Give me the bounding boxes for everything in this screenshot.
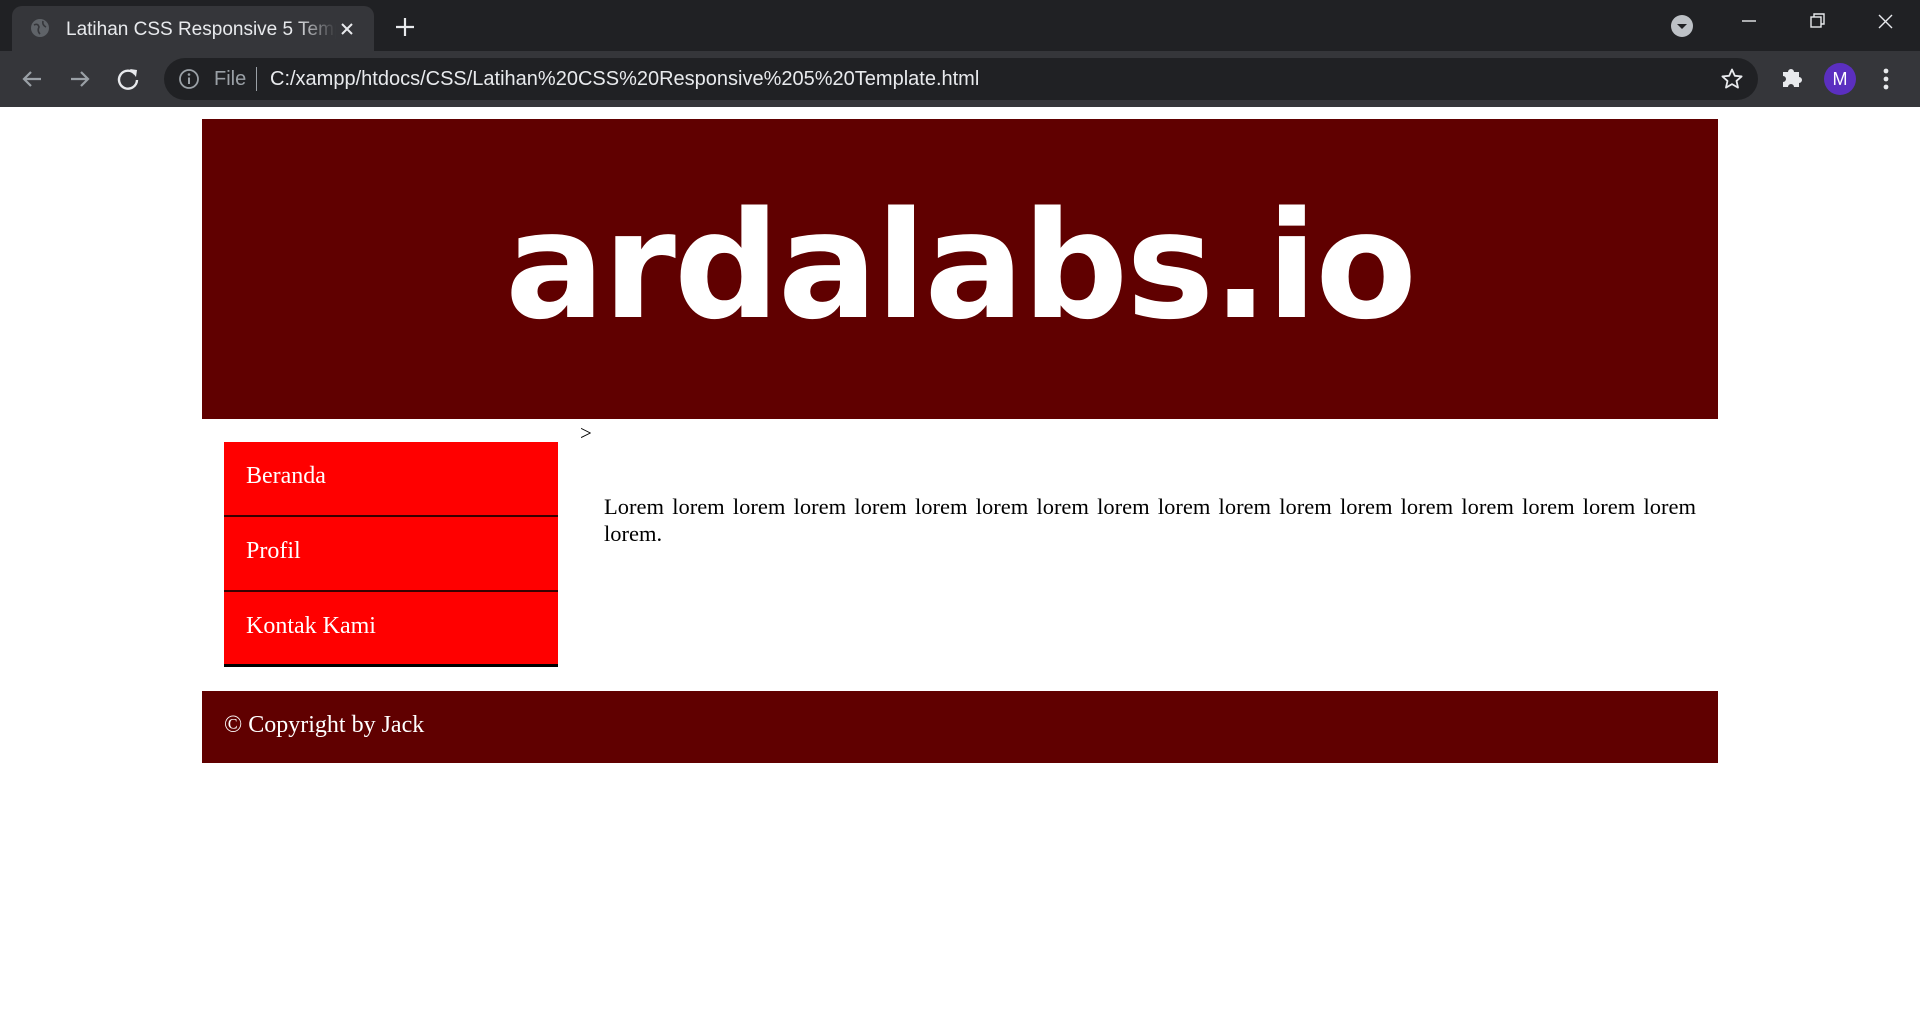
address-bar[interactable]: File C:/xampp/htdocs/CSS/Latihan%20CSS%2… [164,58,1758,100]
close-window-icon[interactable] [1865,8,1905,36]
more-menu-icon[interactable] [1876,63,1896,95]
site-logo: ardalabs.io [505,180,1417,352]
tab-search-icon[interactable] [1670,14,1694,38]
globe-icon [31,19,49,37]
stray-marker: > [580,421,592,445]
site-footer: © Copyright by Jack [202,691,1718,763]
browser-toolbar: File C:/xampp/htdocs/CSS/Latihan%20CSS%2… [0,51,1920,107]
copyright-text: © Copyright by Jack [224,712,425,738]
sidebar-menu: Beranda Profil Kontak Kami [224,442,558,667]
extensions-puzzle-icon[interactable] [1778,63,1806,91]
forward-icon[interactable] [64,63,96,95]
bookmark-star-icon[interactable] [1720,67,1744,91]
restore-icon[interactable] [1797,8,1837,36]
article-text: Lorem lorem lorem lorem lorem lorem lore… [604,494,1696,546]
new-tab-icon[interactable] [392,14,418,40]
scheme-label: File [214,68,247,90]
back-icon[interactable] [16,63,48,95]
main-area: > Beranda Profil Kontak Kami Lorem lorem… [202,419,1718,691]
menu-item-profil[interactable]: Profil [224,517,558,592]
browser-tab[interactable]: Latihan CSS Responsive 5 Template [12,6,374,51]
info-icon[interactable] [178,68,200,90]
minimize-icon[interactable] [1729,8,1769,36]
reload-icon[interactable] [112,63,144,95]
tab-title: Latihan CSS Responsive 5 Template [66,19,336,40]
close-tab-icon[interactable] [336,18,358,40]
menu-item-beranda[interactable]: Beranda [224,442,558,517]
site-header: ardalabs.io [202,119,1718,419]
browser-tab-strip: Latihan CSS Responsive 5 Template [0,0,1920,51]
site-container: ardalabs.io > Beranda Profil Kontak Kami… [202,119,1718,763]
url-text[interactable]: C:/xampp/htdocs/CSS/Latihan%20CSS%20Resp… [270,68,979,91]
address-divider [256,67,257,91]
menu-item-kontak-kami[interactable]: Kontak Kami [224,592,558,667]
profile-avatar[interactable]: M [1824,63,1856,95]
page-viewport: ardalabs.io > Beranda Profil Kontak Kami… [0,107,1920,1020]
